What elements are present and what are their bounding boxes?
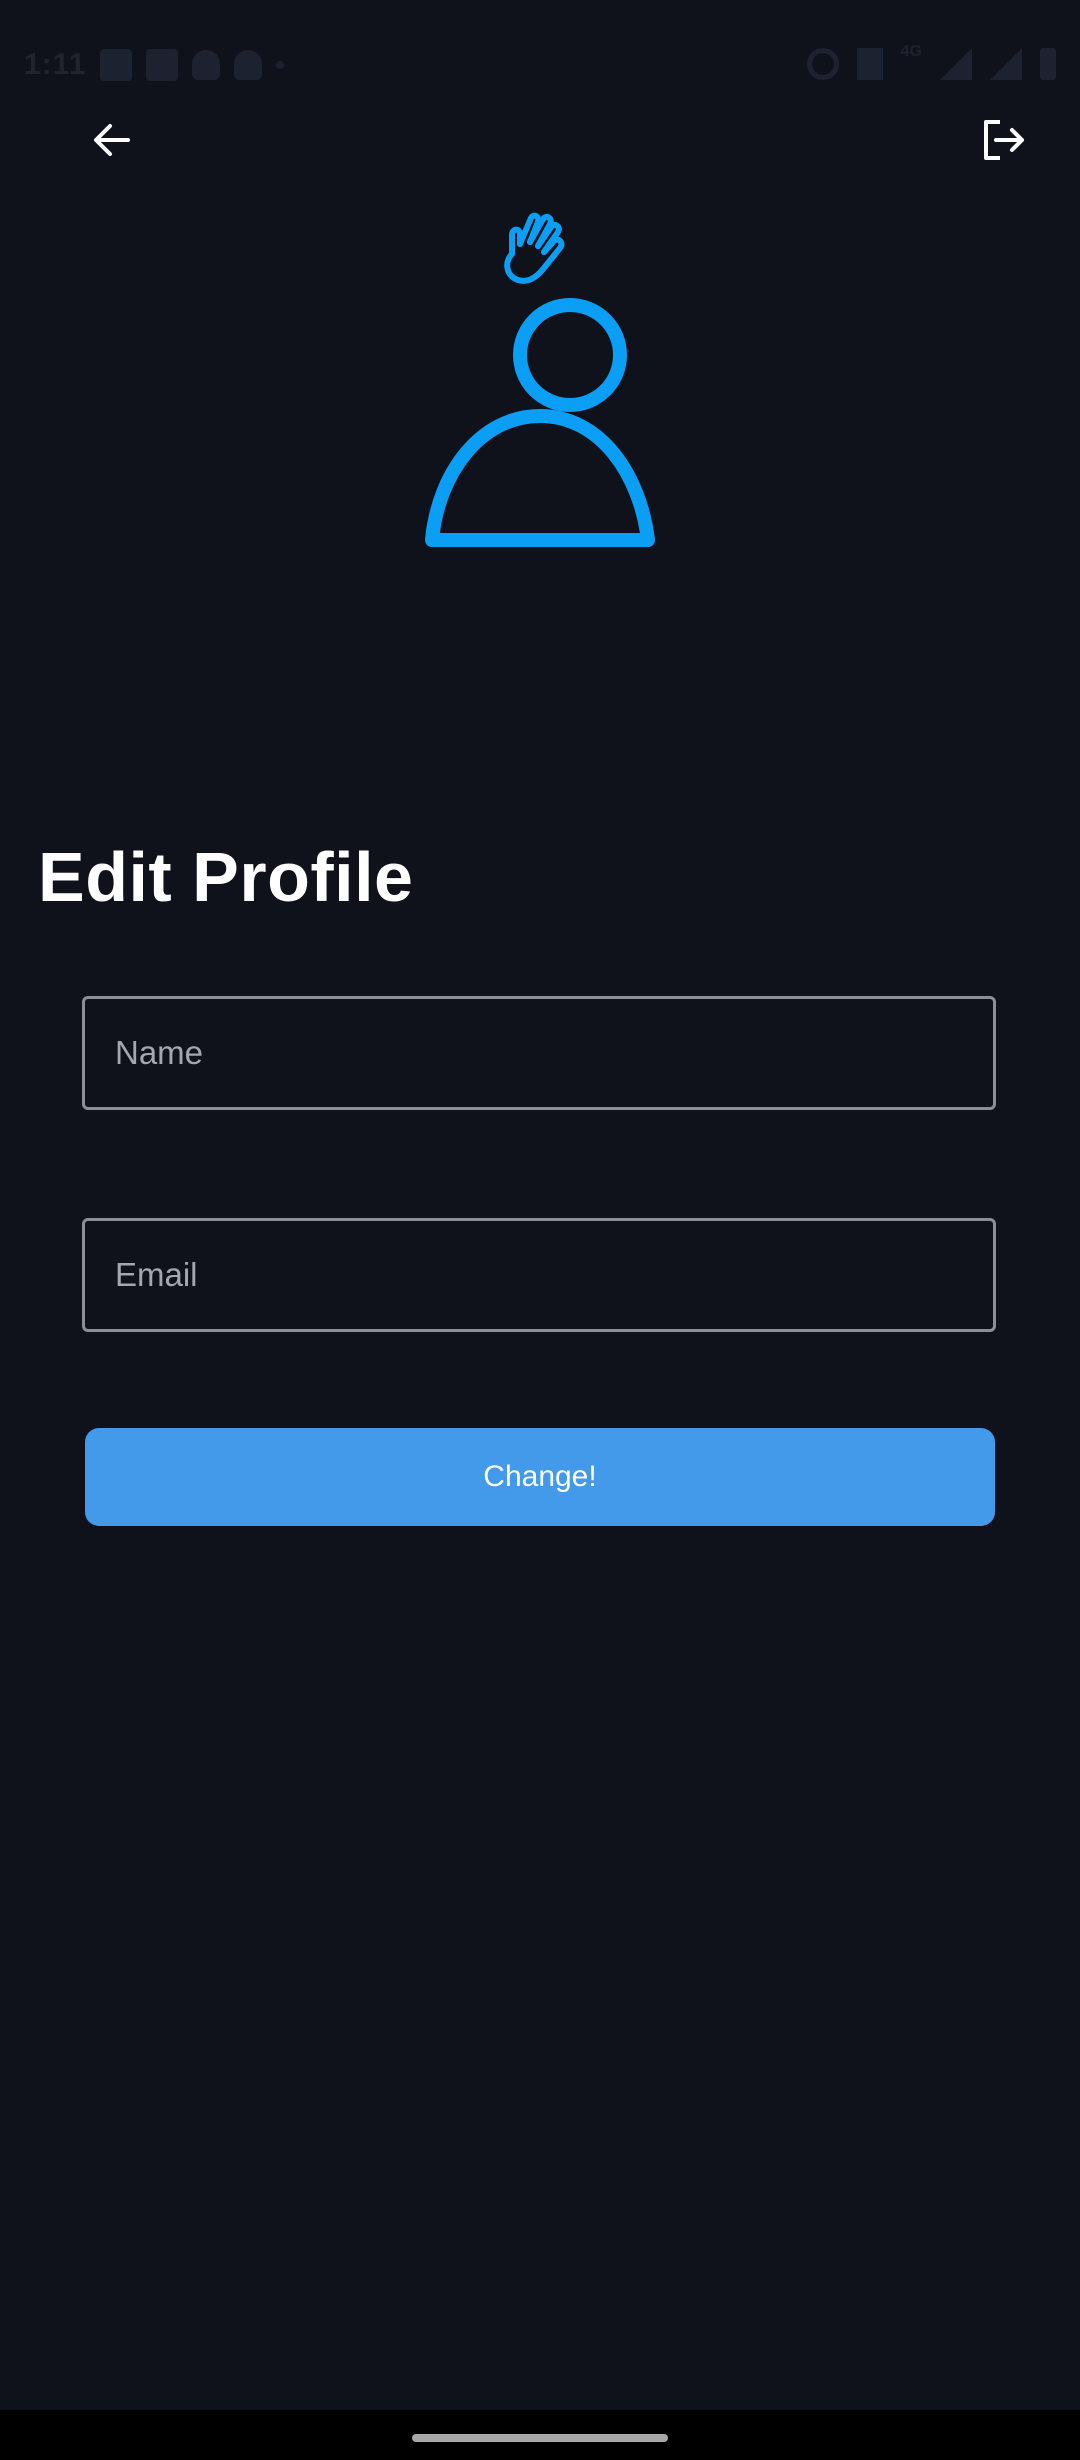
home-indicator[interactable] <box>412 2434 668 2442</box>
network-type: 4G <box>900 43 922 60</box>
battery-icon <box>1040 48 1056 80</box>
alarm-icon <box>806 48 839 80</box>
vibrate-icon <box>856 48 883 80</box>
status-left: 1:11 <box>24 48 285 82</box>
email-input[interactable] <box>82 1218 996 1332</box>
name-input[interactable] <box>82 996 996 1110</box>
logout-icon <box>984 120 1024 160</box>
arrow-left-icon <box>94 124 130 156</box>
signal-icon <box>940 48 972 80</box>
more-notifications-dot-icon <box>276 61 285 69</box>
snapchat-icon-2 <box>234 50 263 80</box>
snapchat-icon <box>192 50 221 80</box>
navigation-bar <box>0 2410 1080 2460</box>
waving-hand-icon <box>504 212 565 284</box>
notification-app-icon <box>100 49 133 81</box>
change-button[interactable]: Change! <box>85 1428 995 1526</box>
page-title: Edit Profile <box>38 838 414 916</box>
person-icon <box>425 298 655 547</box>
status-right: 4G <box>806 43 1056 80</box>
status-bar: 1:11 4G <box>0 0 1080 130</box>
back-button[interactable] <box>84 112 140 168</box>
signal-icon-2 <box>990 48 1022 80</box>
notification-app-icon-2 <box>146 49 179 81</box>
logout-button[interactable] <box>976 112 1032 168</box>
status-time: 1:11 <box>24 48 87 81</box>
